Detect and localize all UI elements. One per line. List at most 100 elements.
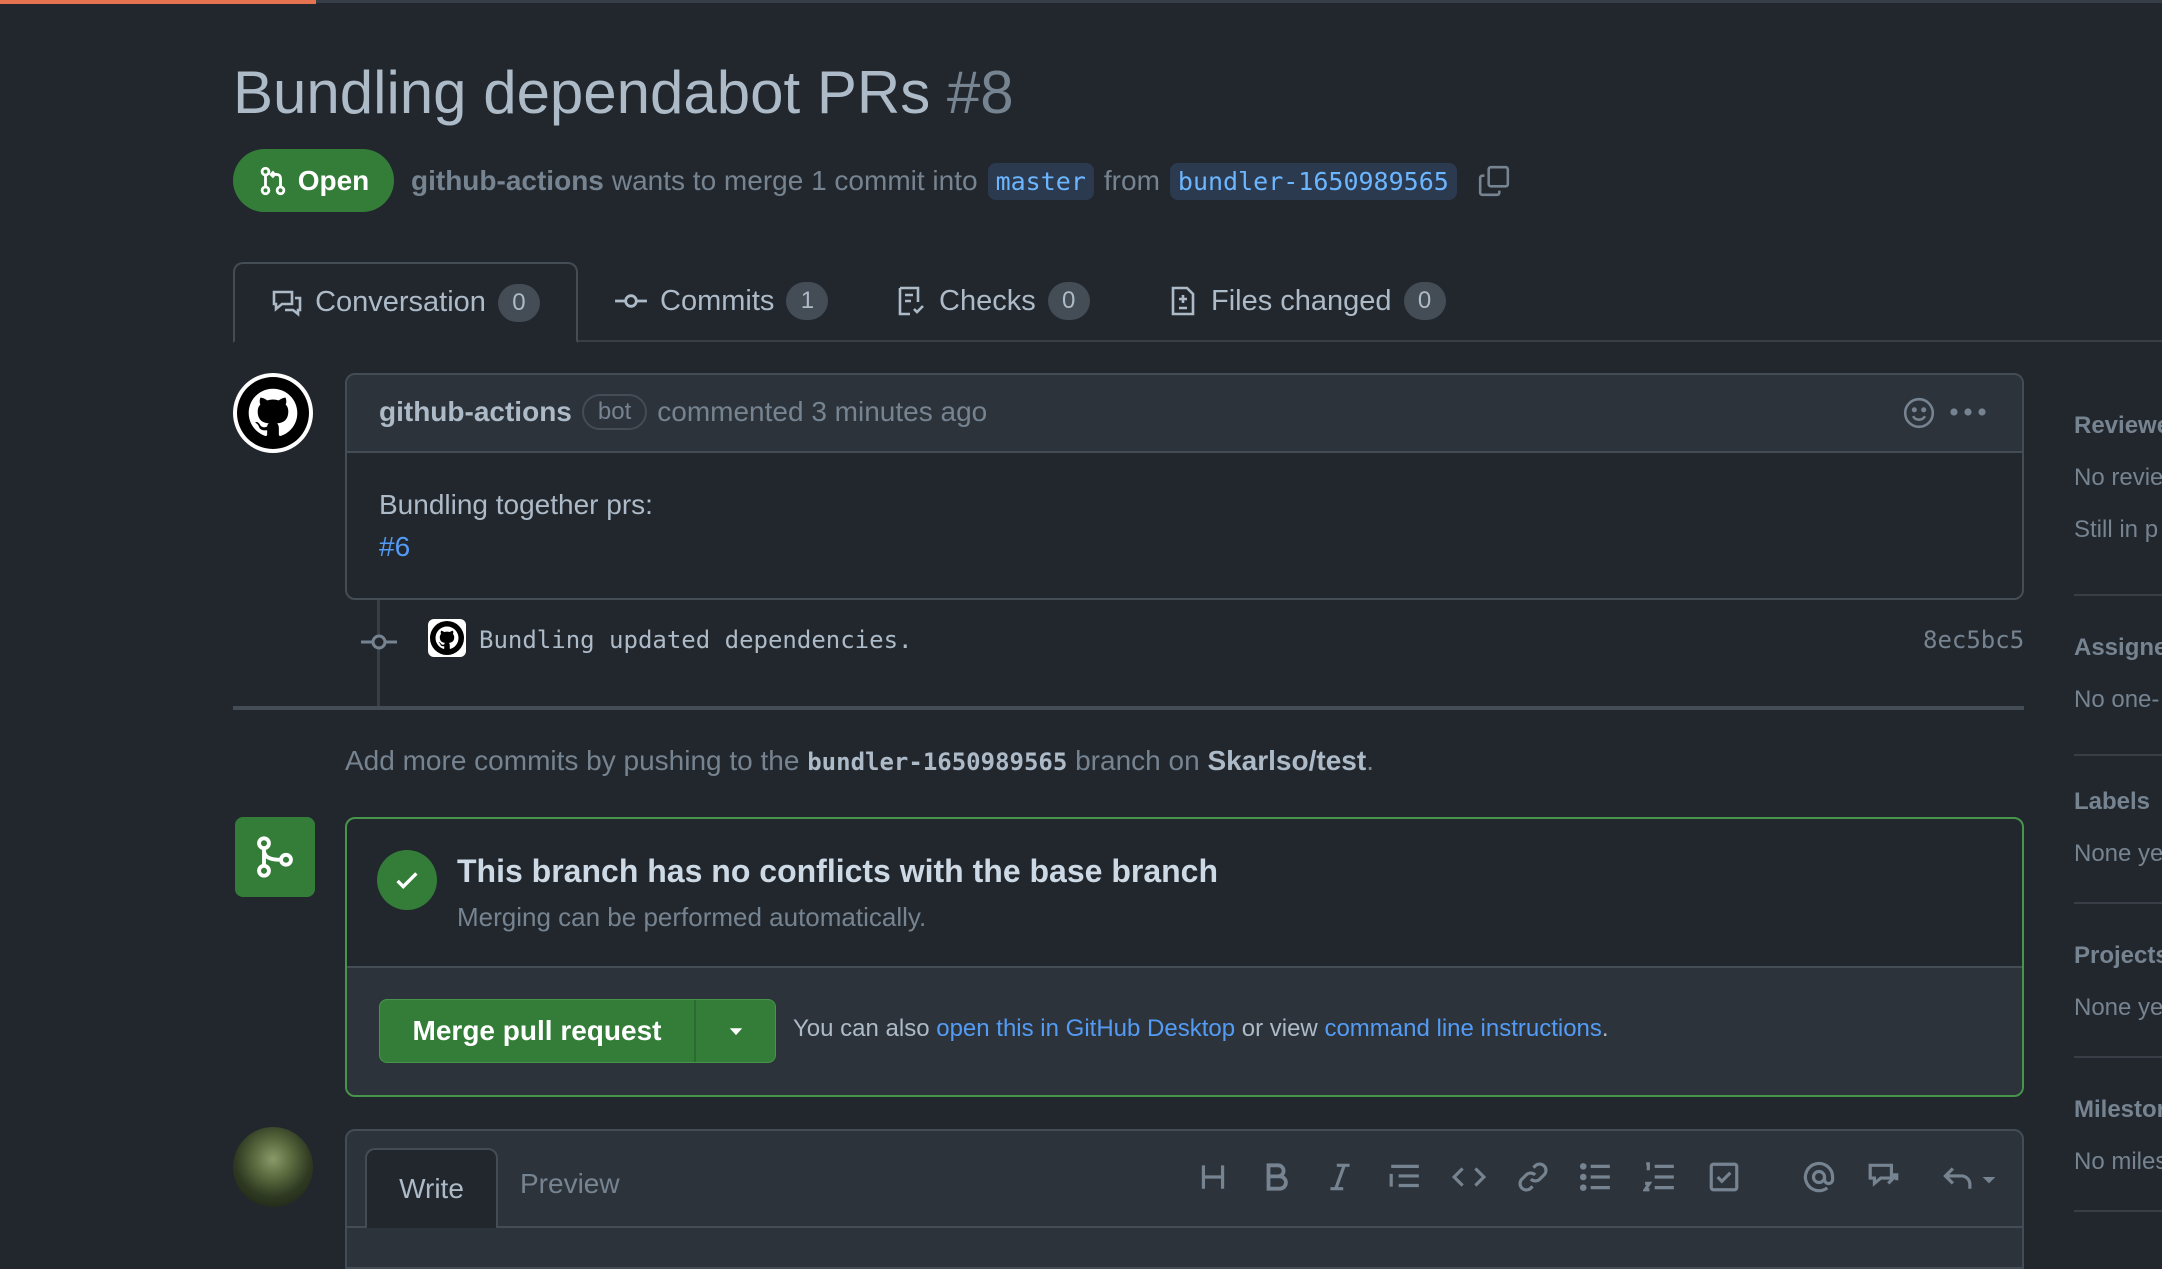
copy-icon[interactable] (1477, 164, 1511, 198)
sidebar-labels-title[interactable]: Labels (2074, 788, 2150, 816)
commit-message[interactable]: Bundling updated dependencies. (479, 626, 912, 654)
github-mark-icon (237, 377, 309, 449)
comment-author[interactable]: github-actions (379, 396, 572, 428)
tab-label: Commits (660, 284, 775, 317)
merge-status-subtitle: Merging can be performed automatically. (457, 902, 927, 932)
editor-tabs-border (347, 1226, 2022, 1228)
tab-counter: 0 (1047, 282, 1090, 320)
sidebar-divider (2074, 594, 2162, 596)
push-hint: Add more commits by pushing to the bundl… (345, 745, 1374, 777)
push-hint-suffix: . (1366, 745, 1374, 776)
comment-pr-link[interactable]: #6 (379, 526, 653, 568)
avatar[interactable] (233, 373, 313, 453)
tab-label: Checks (939, 284, 1036, 317)
comment-timestamp[interactable]: commented 3 minutes ago (657, 396, 987, 428)
commit-sha[interactable]: 8ec5bc5 (1923, 626, 2024, 654)
sidebar-reviewers-text: No revie (2074, 464, 2162, 491)
pr-number: #8 (946, 59, 1014, 126)
numbered-list-icon[interactable] (1643, 1160, 1677, 1194)
tab-counter: 1 (786, 282, 829, 320)
git-commit-icon (615, 294, 647, 308)
pr-state-label: Open (297, 164, 370, 196)
tab-counter: 0 (497, 283, 540, 322)
sidebar-assignees-title[interactable]: Assigne (2074, 634, 2162, 662)
tab-files-changed[interactable]: Files changed 0 (1167, 262, 1446, 340)
quote-icon[interactable] (1388, 1160, 1422, 1194)
commit-author-avatar[interactable] (428, 619, 466, 657)
mention-icon[interactable] (1802, 1160, 1836, 1194)
github-mark-icon (430, 621, 464, 655)
merge-status-icon-box (235, 817, 315, 897)
tab-label: Conversation (315, 286, 486, 318)
merge-alternatives: You can also open this in GitHub Desktop… (793, 1015, 1609, 1043)
push-hint-branch: bundler-1650989565 (807, 748, 1068, 776)
sidebar-projects-text: None ye (2074, 994, 2162, 1021)
italic-icon[interactable] (1323, 1160, 1357, 1194)
heading-icon[interactable] (1196, 1160, 1230, 1194)
base-branch[interactable]: master (987, 162, 1094, 200)
bold-icon[interactable] (1260, 1160, 1294, 1194)
bot-badge: bot (581, 394, 648, 430)
reference-icon[interactable] (1867, 1160, 1901, 1194)
merge-status-area (347, 819, 2022, 968)
merge-status-title: This branch has no conflicts with the ba… (457, 853, 1219, 889)
tab-label: Files changed (1211, 284, 1392, 317)
sidebar-divider (2074, 902, 2162, 904)
page-load-progress (0, 0, 316, 4)
bullet-list-icon[interactable] (1579, 1160, 1613, 1194)
git-pull-request-icon (260, 166, 285, 195)
open-in-desktop-link[interactable]: open this in GitHub Desktop (936, 1015, 1235, 1042)
sidebar-milestone-text: No miles (2074, 1148, 2162, 1175)
file-diff-icon (1171, 286, 1195, 316)
pr-title-text: Bundling dependabot PRs (233, 59, 931, 126)
pr-from-text: from (1103, 165, 1160, 196)
pr-meta: github-actions wants to merge 1 commit i… (411, 159, 1511, 203)
link-icon[interactable] (1516, 1160, 1550, 1194)
git-merge-icon (257, 836, 293, 878)
tab-counter: 0 (1403, 282, 1446, 320)
sidebar-labels-text: None ye (2074, 840, 2162, 867)
code-icon[interactable] (1452, 1160, 1486, 1194)
add-reaction-icon[interactable] (1902, 396, 1936, 430)
pr-title: Bundling dependabot PRs #8 (233, 55, 1014, 131)
merge-alt-middle: or view (1241, 1015, 1318, 1042)
sidebar-divider (2074, 1056, 2162, 1058)
merge-method-dropdown[interactable] (696, 1000, 775, 1062)
task-list-icon[interactable] (1707, 1160, 1741, 1194)
sidebar-assignees-text: No one- (2074, 686, 2160, 713)
current-user-avatar[interactable] (233, 1127, 313, 1207)
editor-tab-preview[interactable]: Preview (520, 1168, 620, 1200)
pr-state-badge: Open (233, 149, 394, 212)
check-icon (396, 872, 418, 889)
comment-discussion-icon (272, 290, 302, 317)
tab-checks[interactable]: Checks 0 (895, 262, 1090, 340)
pr-merge-text: wants to merge 1 commit into (611, 165, 978, 196)
sidebar-milestone-title[interactable]: Milestor (2074, 1096, 2162, 1124)
merge-pull-request-button[interactable]: Merge pull request (380, 1000, 696, 1062)
push-hint-prefix: Add more commits by pushing to the (345, 745, 800, 776)
pr-author-link[interactable]: github-actions (411, 165, 604, 197)
command-line-instructions-link[interactable]: command line instructions (1324, 1015, 1601, 1042)
sidebar-projects-title[interactable]: Projects (2074, 942, 2162, 970)
merge-alt-prefix: You can also (793, 1015, 930, 1042)
head-branch[interactable]: bundler-1650989565 (1169, 162, 1457, 200)
push-hint-repo[interactable]: Skarlso/test (1207, 745, 1366, 776)
kebab-horizontal-icon[interactable] (1948, 397, 1988, 427)
checklist-icon (898, 286, 924, 316)
merge-check-badge (377, 850, 437, 910)
reply-icon[interactable] (1942, 1160, 2002, 1194)
tab-commits[interactable]: Commits 1 (614, 262, 829, 340)
editor-tab-write[interactable]: Write (365, 1148, 498, 1228)
sidebar-divider (2074, 1210, 2162, 1212)
merge-alt-suffix: . (1601, 1015, 1609, 1042)
sidebar-reviewers-title[interactable]: Reviewe (2074, 412, 2162, 440)
timeline-divider (233, 706, 2024, 710)
top-border (0, 0, 2162, 3)
comment-text: Bundling together prs: (379, 489, 653, 520)
git-commit-icon (361, 634, 397, 650)
push-hint-middle: branch on (1075, 745, 1200, 776)
comment-author-line: github-actions bot commented 3 minutes a… (379, 394, 987, 430)
sidebar-divider (2074, 754, 2162, 756)
sidebar-reviewers-note: Still in p (2074, 516, 2159, 543)
tab-conversation[interactable]: Conversation 0 (233, 262, 578, 343)
